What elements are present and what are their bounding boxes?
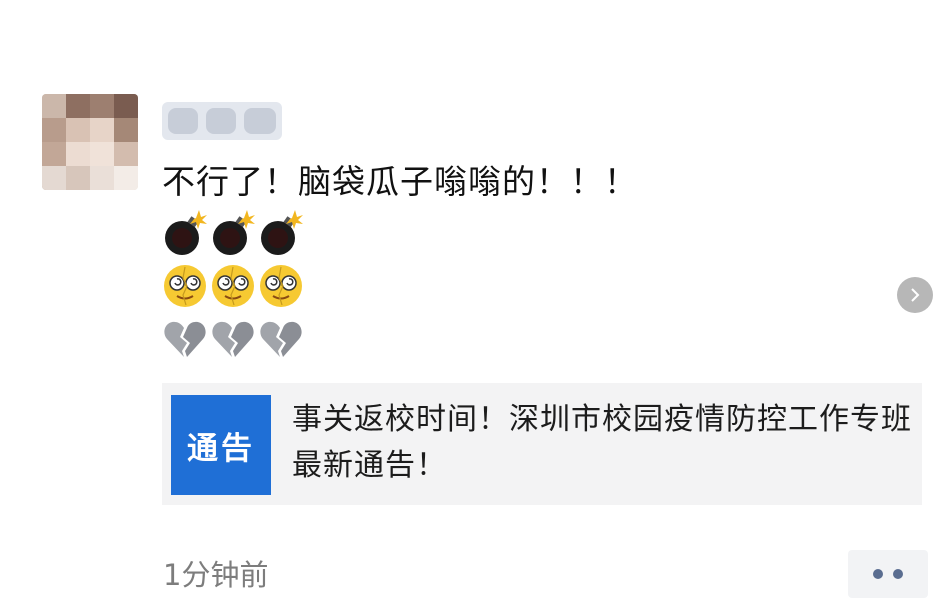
- emoji-row-broken-hearts: [162, 315, 312, 363]
- post-text: 不行了！脑袋瓜子嗡嗡的！！！: [162, 162, 638, 201]
- article-thumbnail: 通告: [171, 395, 271, 495]
- post-time: 1分钟前: [163, 558, 269, 592]
- broken-heart-icon: [212, 321, 254, 357]
- shared-article-card[interactable]: 通告 事关返校时间！深圳市校园疫情防控工作专班最新通告！: [162, 383, 922, 505]
- chevron-right-icon: [911, 288, 920, 302]
- dizzy-face-icon: [164, 265, 206, 307]
- next-button[interactable]: [897, 277, 933, 313]
- article-thumbnail-text: 通告: [187, 430, 255, 467]
- more-actions-button[interactable]: [848, 550, 928, 598]
- username-blurred[interactable]: [162, 102, 282, 140]
- bomb-icon: [165, 210, 207, 255]
- user-avatar[interactable]: [42, 94, 138, 190]
- emoji-row-bombs: [162, 209, 312, 257]
- dizzy-face-icon: [260, 265, 302, 307]
- dizzy-face-icon: [212, 265, 254, 307]
- bomb-icon: [213, 210, 255, 255]
- broken-heart-icon: [164, 321, 206, 357]
- emoji-row-dizzy: [162, 262, 312, 310]
- bomb-icon: [261, 210, 303, 255]
- article-title: 事关返校时间！深圳市校园疫情防控工作专班最新通告！: [292, 402, 912, 483]
- broken-heart-icon: [260, 321, 302, 357]
